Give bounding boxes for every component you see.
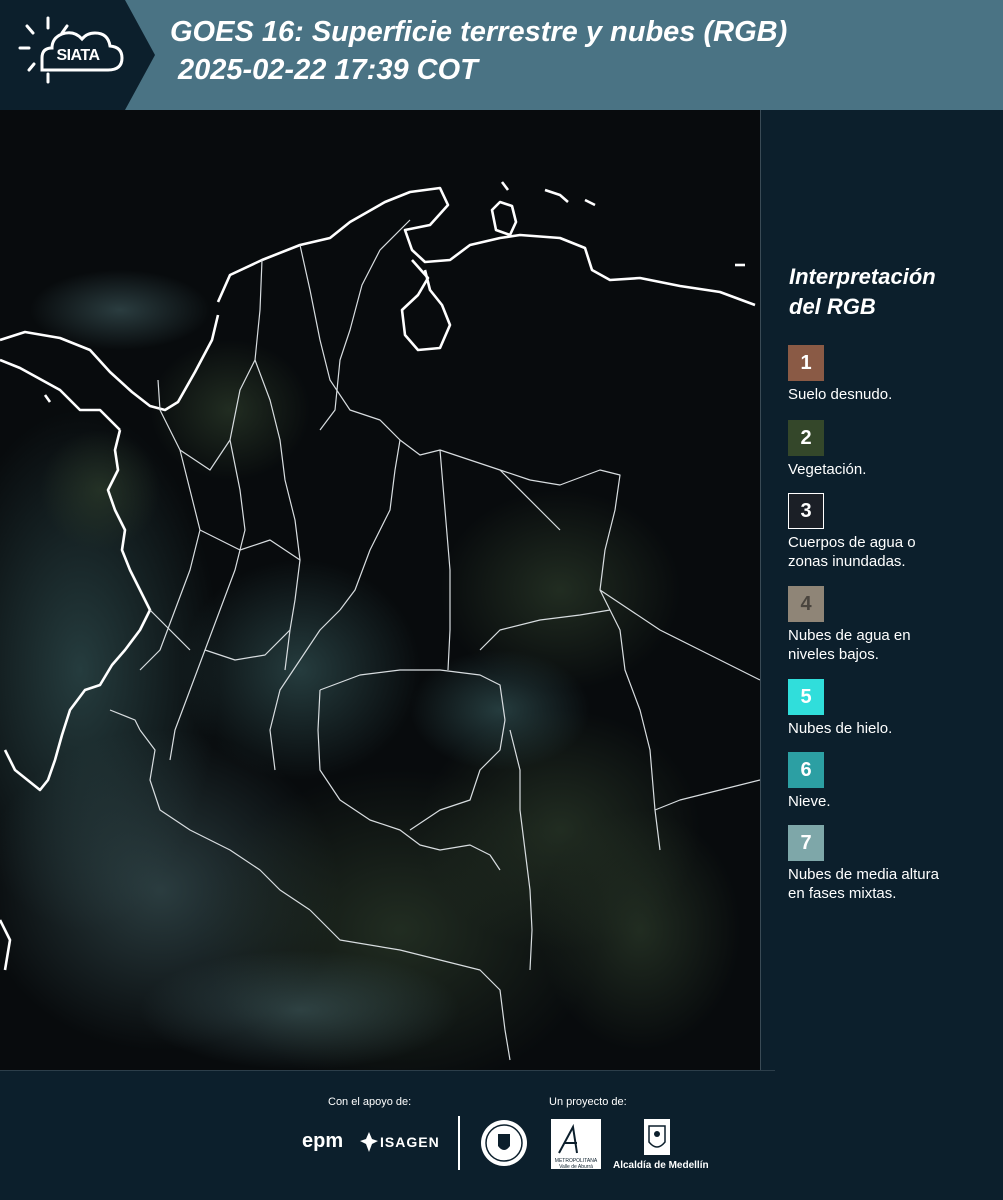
isagen-logo-icon — [360, 1132, 378, 1152]
legend-label-5: Nubes de hielo. — [788, 719, 988, 738]
header-bar: SIATA GOES 16: Superficie terrestre y nu… — [0, 0, 1003, 110]
legend-label-3: Cuerpos de agua o zonas inundadas. — [788, 533, 988, 571]
satellite-map-canvas — [0, 110, 760, 1070]
legend-label-4: Nubes de agua en niveles bajos. — [788, 626, 988, 664]
legend-label-1: Suelo desnudo. — [788, 385, 988, 404]
legend-swatch-1: 1 — [788, 345, 824, 381]
legend-label-6-line1: Nieve. — [788, 793, 831, 810]
legend-label-1-line1: Suelo desnudo. — [788, 386, 893, 403]
legend-item-5: 5 Nubes de hielo. — [788, 679, 988, 738]
alcaldia-medellin-label: Alcaldía de Medellín — [613, 1160, 709, 1171]
support-label: Con el apoyo de: — [328, 1096, 412, 1108]
legend-label-4-line2: niveles bajos. — [788, 646, 879, 663]
isagen-logo: ISAGEN — [380, 1134, 440, 1150]
legend-label-7-line2: en fases mixtas. — [788, 885, 897, 902]
legend-swatch-3: 3 — [788, 493, 824, 529]
legend-swatch-6: 6 — [788, 752, 824, 788]
legend-label-6: Nieve. — [788, 792, 988, 811]
legend-label-4-line1: Nubes de agua en — [788, 627, 911, 644]
legend-title-line1: Interpretación — [789, 264, 936, 289]
page-title: GOES 16: Superficie terrestre y nubes (R… — [170, 16, 788, 48]
siata-logo: SIATA — [0, 0, 155, 110]
legend-label-7-line1: Nubes de media altura — [788, 866, 939, 883]
legend-label-3-line1: Cuerpos de agua o — [788, 534, 916, 551]
satellite-map[interactable] — [0, 110, 760, 1070]
legend-swatch-7: 7 — [788, 825, 824, 861]
legend-item-4: 4 Nubes de agua en niveles bajos. — [788, 586, 988, 664]
legend-item-7: 7 Nubes de media altura en fases mixtas. — [788, 825, 988, 903]
legend-item-2: 2 Vegetación. — [788, 420, 988, 479]
area-metropolitana-subtitle: METROPOLITANA Valle de Aburrá — [554, 1158, 598, 1170]
page-timestamp: 2025-02-22 17:39 COT — [178, 54, 478, 86]
legend-label-7: Nubes de media altura en fases mixtas. — [788, 865, 988, 903]
epm-logo: epm — [302, 1130, 344, 1152]
legend-label-2: Vegetación. — [788, 460, 988, 479]
legend-label-5-line1: Nubes de hielo. — [788, 720, 893, 737]
footer-vertical-divider — [458, 1116, 460, 1170]
legend-item-3: 3 Cuerpos de agua o zonas inundadas. — [788, 493, 988, 571]
map-right-edge — [760, 110, 761, 1070]
legend-swatch-4: 4 — [788, 586, 824, 622]
legend-swatch-2: 2 — [788, 420, 824, 456]
footer-divider-line — [0, 1070, 775, 1071]
legend-label-2-line1: Vegetación. — [788, 461, 867, 478]
siata-logo-text: SIATA — [56, 47, 100, 64]
legend-swatch-5: 5 — [788, 679, 824, 715]
legend-title-line2: del RGB — [789, 294, 876, 319]
project-label: Un proyecto de: — [549, 1096, 627, 1108]
legend-title: Interpretación del RGB — [789, 262, 936, 322]
medellin-seal-icon — [481, 1120, 527, 1166]
alcaldia-shield-icon — [644, 1119, 670, 1155]
legend-item-6: 6 Nieve. — [788, 752, 988, 811]
legend-label-3-line2: zonas inundadas. — [788, 553, 906, 570]
legend-item-1: 1 Suelo desnudo. — [788, 345, 988, 404]
